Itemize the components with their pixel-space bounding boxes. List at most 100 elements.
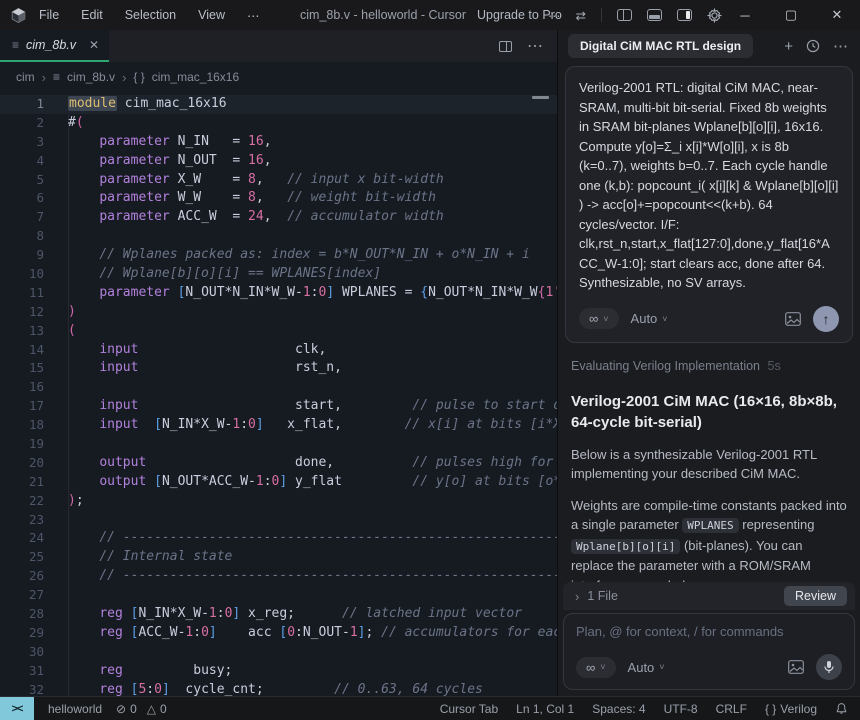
- titlebar-more-icon[interactable]: ⋯: [548, 8, 561, 23]
- code-line-23[interactable]: 23: [0, 511, 557, 530]
- review-button[interactable]: Review: [784, 586, 847, 606]
- code-line-28[interactable]: 28 reg [N_IN*X_W-1:0] x_reg; // latched …: [0, 605, 557, 624]
- sync-arrows-icon[interactable]: ⇄: [576, 8, 586, 23]
- breadcrumb-symbol[interactable]: cim_mac_16x16: [152, 70, 239, 84]
- chat-messages[interactable]: Verilog-2001 RTL: digital CiM MAC, near-…: [558, 62, 860, 582]
- editor-more-actions-icon[interactable]: ⋯: [527, 36, 543, 56]
- code-line-22[interactable]: 22);: [0, 492, 557, 511]
- breadcrumb-folder[interactable]: cim: [16, 70, 35, 84]
- code-line-20[interactable]: 20 output done, // pulses high for 1: [0, 454, 557, 473]
- tab-close-icon[interactable]: ✕: [89, 38, 99, 52]
- menu-more-icon[interactable]: ⋯: [247, 8, 261, 23]
- code-line-17[interactable]: 17 input start, // pulse to start o: [0, 397, 557, 416]
- code-line-3[interactable]: 3 parameter N_IN = 16,: [0, 133, 557, 152]
- window-close-button[interactable]: ✕: [814, 0, 860, 30]
- menu-view[interactable]: View: [198, 8, 225, 22]
- indentation-status[interactable]: Spaces: 4: [592, 702, 645, 716]
- expand-chevron-icon[interactable]: ›: [575, 589, 579, 604]
- line-number: 18: [0, 416, 44, 435]
- code-line-30[interactable]: 30: [0, 643, 557, 662]
- chat-more-icon[interactable]: ⋯: [833, 37, 848, 55]
- code-line-7[interactable]: 7 parameter ACC_W = 24, // accumulator w…: [0, 208, 557, 227]
- attach-image-icon[interactable]: [785, 312, 801, 326]
- toggle-right-panel-icon[interactable]: [677, 9, 692, 21]
- remote-indicator[interactable]: ><: [0, 697, 34, 720]
- inline-code: WPLANES: [682, 518, 738, 533]
- inline-code: Wplane[b][o][i]: [571, 539, 680, 554]
- split-editor-icon[interactable]: [499, 41, 512, 52]
- infinity-icon: ∞: [586, 660, 595, 675]
- input-model-selector[interactable]: Auto ˅: [628, 660, 665, 675]
- code-line-9[interactable]: 9 // Wplanes packed as: index = b*N_OUT*…: [0, 246, 557, 265]
- code-line-10[interactable]: 10 // Wplane[b][o][i] == WPLANES[index]: [0, 265, 557, 284]
- code-line-26[interactable]: 26 // ----------------------------------…: [0, 567, 557, 586]
- line-number: 21: [0, 473, 44, 492]
- chat-input-box[interactable]: Plan, @ for context, / for commands ∞ ˅ …: [563, 613, 855, 690]
- problems-indicator[interactable]: ⊘ 0 △ 0: [116, 702, 167, 716]
- voice-input-button[interactable]: [816, 654, 842, 680]
- code-line-18[interactable]: 18 input [N_IN*X_W-1:0] x_flat, // x[i] …: [0, 416, 557, 435]
- breadcrumb-file-icon: ≡: [53, 70, 60, 84]
- message-model-selector[interactable]: Auto ˅: [631, 311, 668, 326]
- code-line-27[interactable]: 27: [0, 586, 557, 605]
- language-mode-status[interactable]: { } Verilog: [765, 702, 817, 716]
- code-editor[interactable]: 1module cim_mac_16x162#(3 parameter N_IN…: [0, 92, 557, 696]
- send-button[interactable]: ↑: [813, 306, 839, 332]
- line-number: 20: [0, 454, 44, 473]
- user-message[interactable]: Verilog-2001 RTL: digital CiM MAC, near-…: [565, 66, 853, 343]
- attach-image-icon[interactable]: [788, 660, 804, 674]
- chat-tab[interactable]: Digital CiM MAC RTL design: [568, 34, 753, 58]
- cursor-logo-icon: [10, 7, 27, 24]
- code-line-15[interactable]: 15 input rst_n,: [0, 359, 557, 378]
- encoding-status[interactable]: UTF-8: [664, 702, 698, 716]
- window-maximize-button[interactable]: ▢: [768, 0, 814, 30]
- menu-file[interactable]: File: [39, 8, 59, 22]
- chevron-down-icon: ˅: [603, 314, 608, 324]
- infinity-icon: ∞: [589, 311, 598, 326]
- code-line-13[interactable]: 13(: [0, 322, 557, 341]
- line-number: 1: [0, 95, 44, 114]
- chat-history-icon[interactable]: [806, 39, 820, 53]
- breadcrumb-separator-icon: ›: [42, 70, 46, 85]
- window-minimize-button[interactable]: ─: [722, 0, 768, 30]
- toggle-left-panel-icon[interactable]: [617, 9, 632, 21]
- code-line-8[interactable]: 8: [0, 227, 557, 246]
- thinking-status[interactable]: Evaluating Verilog Implementation 5s: [571, 359, 847, 373]
- code-line-1[interactable]: 1module cim_mac_16x16: [0, 95, 557, 114]
- toggle-bottom-panel-icon[interactable]: [647, 9, 662, 21]
- code-line-21[interactable]: 21 output [N_OUT*ACC_W-1:0] y_flat // y[…: [0, 473, 557, 492]
- code-line-32[interactable]: 32 reg [5:0] cycle_cnt; // 0..63, 64 cyc…: [0, 681, 557, 696]
- input-mode-selector[interactable]: ∞ ˅: [576, 657, 616, 678]
- code-line-14[interactable]: 14 input clk,: [0, 341, 557, 360]
- line-number: 5: [0, 171, 44, 190]
- code-line-2[interactable]: 2#(: [0, 114, 557, 133]
- workspace-name[interactable]: helloworld: [48, 702, 102, 716]
- code-line-31[interactable]: 31 reg busy;: [0, 662, 557, 681]
- message-mode-selector[interactable]: ∞ ˅: [579, 308, 619, 329]
- menu-selection[interactable]: Selection: [125, 8, 176, 22]
- code-line-12[interactable]: 12): [0, 303, 557, 322]
- code-line-6[interactable]: 6 parameter W_W = 8, // weight bit-width: [0, 189, 557, 208]
- cursor-tab-status[interactable]: Cursor Tab: [440, 702, 498, 716]
- breadcrumb-file[interactable]: cim_8b.v: [67, 70, 115, 84]
- notifications-bell-icon[interactable]: [835, 702, 848, 715]
- tab-cim-8b-v[interactable]: ≡ cim_8b.v ✕: [0, 30, 109, 62]
- code-line-4[interactable]: 4 parameter N_OUT = 16,: [0, 152, 557, 171]
- code-line-11[interactable]: 11 parameter [N_OUT*N_IN*W_W-1:0] WPLANE…: [0, 284, 557, 303]
- menu-edit[interactable]: Edit: [81, 8, 103, 22]
- code-line-16[interactable]: 16: [0, 378, 557, 397]
- code-line-5[interactable]: 5 parameter X_W = 8, // input x bit-widt…: [0, 171, 557, 190]
- line-col-status[interactable]: Ln 1, Col 1: [516, 702, 574, 716]
- new-chat-icon[interactable]: +: [784, 38, 793, 55]
- settings-gear-icon[interactable]: [707, 8, 722, 23]
- breadcrumb: cim › ≡ cim_8b.v › { } cim_mac_16x16: [0, 62, 557, 92]
- code-line-29[interactable]: 29 reg [ACC_W-1:0] acc [0:N_OUT-1]; // a…: [0, 624, 557, 643]
- line-number: 19: [0, 435, 44, 454]
- response-paragraph: Below is a synthesizable Verilog-2001 RT…: [571, 445, 847, 484]
- changed-files-bar[interactable]: › 1 File Review: [563, 582, 855, 610]
- code-line-24[interactable]: 24 // ----------------------------------…: [0, 529, 557, 548]
- eol-status[interactable]: CRLF: [716, 702, 747, 716]
- minimap[interactable]: [532, 96, 549, 99]
- code-line-25[interactable]: 25 // Internal state: [0, 548, 557, 567]
- code-line-19[interactable]: 19: [0, 435, 557, 454]
